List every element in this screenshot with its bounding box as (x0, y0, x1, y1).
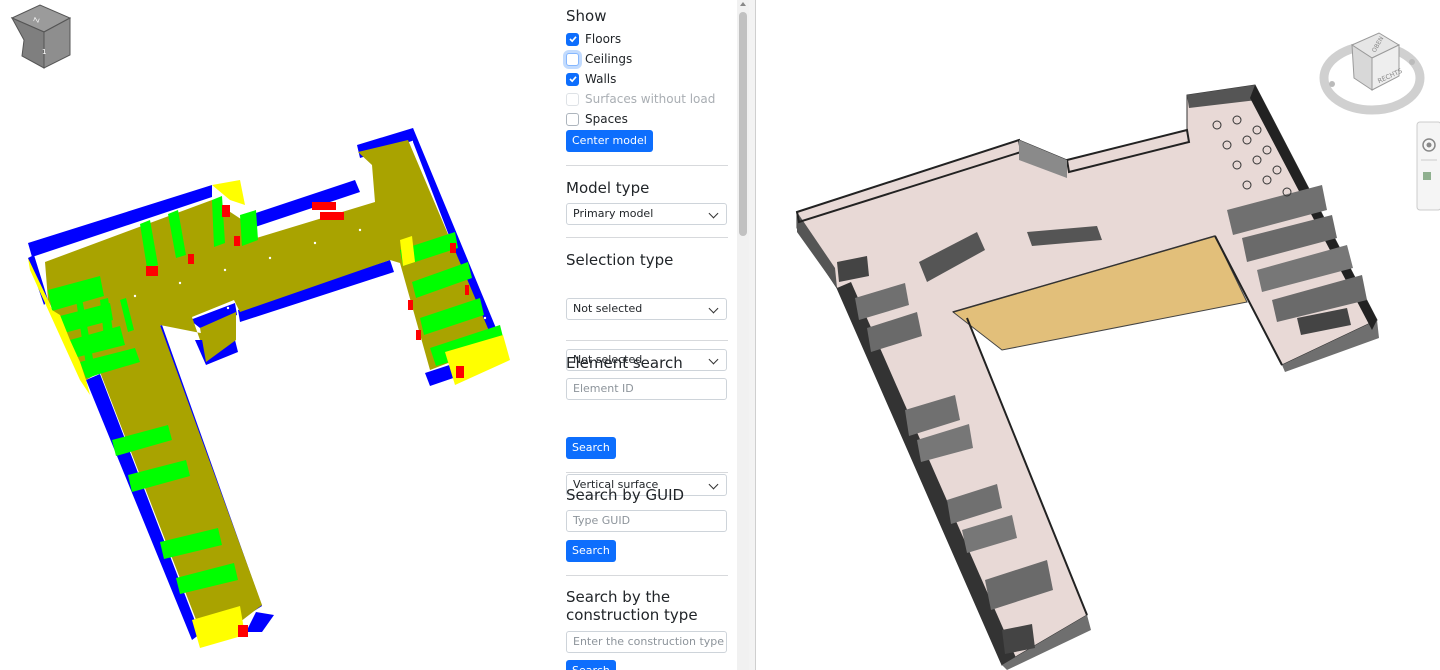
control-panel: Show Floors Ceilings Walls Surfaces with… (555, 0, 737, 670)
scroll-up-icon[interactable] (740, 2, 746, 6)
divider (566, 472, 728, 473)
zoom-icon[interactable] (1423, 172, 1431, 180)
element-id-input[interactable]: Element ID (566, 378, 727, 400)
floors-checkbox-row[interactable]: Floors (566, 30, 621, 48)
analytic-3d-view[interactable]: Z 1 (0, 0, 555, 670)
divider (566, 340, 728, 341)
model-type-value: Primary model (573, 207, 654, 220)
show-heading: Show (566, 7, 607, 25)
nav-cube[interactable]: Z 1 (10, 4, 72, 69)
ceilings-checkbox-row[interactable]: Ceilings (566, 50, 632, 68)
chevron-down-icon (708, 303, 719, 314)
spaces-checkbox-row[interactable]: Spaces (566, 110, 628, 128)
construction-type-placeholder: Enter the construction type (573, 635, 725, 648)
ceilings-checkbox[interactable] (566, 52, 579, 66)
walls-checkbox[interactable] (566, 72, 579, 86)
surfaces-checkbox-row: Surfaces without load (566, 90, 715, 108)
scrollbar-thumb[interactable] (739, 12, 747, 236)
chevron-down-icon (708, 479, 719, 490)
chevron-down-icon (708, 208, 719, 219)
construction-type-input[interactable]: Enter the construction type (566, 631, 727, 653)
ceilings-label: Ceilings (585, 52, 633, 66)
model-type-select[interactable]: Primary model (566, 203, 727, 225)
panel-scrollbar[interactable] (737, 0, 749, 670)
guid-search-button[interactable]: Search (566, 540, 616, 562)
architectural-3d-view[interactable]: OBEN RECHTS (757, 0, 1440, 670)
floors-checkbox[interactable] (566, 32, 579, 46)
walls-label: Walls (585, 72, 617, 86)
architectural-model: OBEN RECHTS (795, 32, 1440, 670)
nav-cube-front-label: 1 (42, 48, 46, 56)
navigation-bar[interactable] (1416, 121, 1440, 211)
check-icon (568, 76, 577, 83)
spaces-checkbox[interactable] (566, 112, 579, 126)
selection-type-heading: Selection type (566, 251, 674, 269)
building (795, 84, 1379, 670)
divider (566, 165, 728, 166)
divider (566, 575, 728, 576)
analytic-model: Z 1 (10, 4, 510, 648)
element-id-placeholder: Element ID (573, 382, 634, 395)
guid-input[interactable]: Type GUID (566, 510, 727, 532)
spaces-label: Spaces (585, 112, 628, 126)
chevron-down-icon (708, 354, 719, 365)
view-cube[interactable]: OBEN RECHTS (1319, 32, 1425, 115)
model-type-heading: Model type (566, 179, 650, 197)
construction-search-heading: Search by the construction type (566, 588, 698, 624)
guid-search-heading: Search by GUID (566, 486, 685, 504)
surfaces-checkbox (566, 92, 579, 106)
selection-type-value-1: Not selected (573, 302, 643, 315)
view-splitter[interactable] (749, 0, 756, 670)
check-icon (568, 36, 577, 43)
divider (566, 237, 728, 238)
floors-label: Floors (585, 32, 622, 46)
element-search-button[interactable]: Search (566, 437, 616, 459)
center-model-button[interactable]: Center model (566, 130, 653, 152)
guid-placeholder: Type GUID (573, 514, 631, 527)
element-search-heading: Element search (566, 354, 683, 372)
walls-checkbox-row[interactable]: Walls (566, 70, 616, 88)
construction-search-button[interactable]: Search (566, 660, 616, 670)
selection-type-select-1[interactable]: Not selected (566, 298, 727, 320)
surfaces-label: Surfaces without load (585, 92, 716, 106)
